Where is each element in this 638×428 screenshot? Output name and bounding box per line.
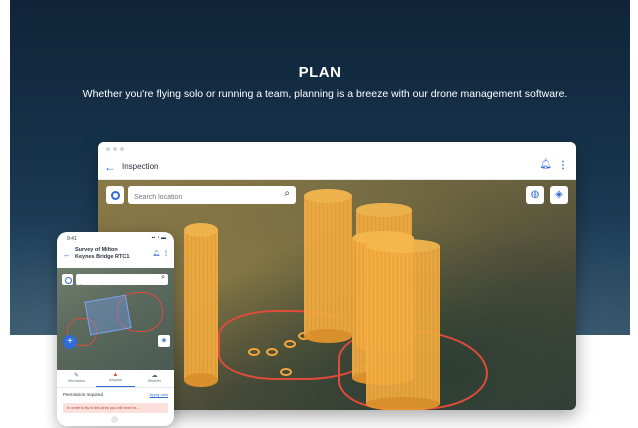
- permission-row: Permission required Apply now: [63, 392, 168, 400]
- tab-label: Airspace: [108, 378, 123, 382]
- waypoint-marker: [284, 340, 296, 348]
- tab-label: Weather: [147, 379, 162, 383]
- back-arrow-icon[interactable]: ←: [63, 250, 71, 259]
- home-indicator[interactable]: [111, 416, 118, 423]
- globe-icon: ◍: [530, 189, 540, 200]
- locate-icon: [110, 190, 120, 200]
- section-subtitle: Whether you're flying solo or running a …: [82, 88, 568, 100]
- app-bar: ← Inspection 🔔︎ ⋮: [98, 156, 576, 180]
- mobile-tabs: ✎ Information ▲ Airspace ☁ Weather: [57, 370, 174, 388]
- weather-icon: ☁: [151, 373, 158, 379]
- waypoint-marker: [280, 368, 292, 376]
- add-button[interactable]: +: [63, 335, 77, 349]
- search-input[interactable]: [76, 280, 156, 291]
- window-maximize-dot[interactable]: [120, 147, 124, 151]
- layers-button[interactable]: ◈: [550, 186, 568, 204]
- waypoint-marker: [248, 348, 260, 356]
- search-icon[interactable]: ⌕: [284, 188, 290, 199]
- mobile-map-view[interactable]: ⌕ + ◈: [57, 268, 174, 370]
- permission-alert: In order to fly in this area you will ne…: [63, 403, 168, 413]
- more-options-icon[interactable]: ⋮: [163, 250, 169, 257]
- tab-information[interactable]: ✎ Information: [57, 370, 96, 387]
- notification-bell-icon[interactable]: 🔔︎: [539, 159, 552, 170]
- notification-bell-icon[interactable]: 🔔︎: [152, 250, 160, 257]
- survey-area-polygon[interactable]: [84, 294, 132, 336]
- flight-volume-column[interactable]: [366, 239, 440, 410]
- flight-volume-column[interactable]: [304, 189, 352, 343]
- locate-icon[interactable]: [62, 274, 73, 285]
- window-minimize-dot[interactable]: [113, 147, 117, 151]
- permission-label: Permission required: [63, 392, 104, 397]
- page-title: Inspection: [122, 162, 159, 171]
- section-title: PLAN: [298, 64, 342, 81]
- search-icon[interactable]: ⌕: [161, 274, 165, 282]
- apply-now-link[interactable]: Apply now: [150, 392, 168, 397]
- mobile-location-search[interactable]: ⌕: [76, 274, 168, 291]
- mobile-app-screen: 9:41 ▪▪ ◔ ▬ ← Survey of Milton Keynes Br…: [57, 232, 174, 426]
- layers-icon: ◈: [555, 189, 563, 200]
- more-options-icon[interactable]: ⋮: [558, 160, 568, 171]
- waypoint-marker: [266, 348, 278, 356]
- status-bar: 9:41 ▪▪ ◔ ▬: [57, 232, 174, 244]
- status-time: 9:41: [67, 236, 77, 242]
- mobile-header: ← Survey of Milton Keynes Bridge RTC1 🔔︎…: [57, 244, 174, 268]
- tab-label: Information: [67, 379, 86, 383]
- window-close-dot[interactable]: [106, 147, 110, 151]
- back-arrow-icon[interactable]: ←: [104, 160, 116, 174]
- location-search[interactable]: ⌕: [128, 186, 296, 207]
- tab-airspace[interactable]: ▲ Airspace: [96, 370, 135, 387]
- signal-battery-icon: ▪▪ ◔ ▬: [151, 235, 166, 241]
- layers-icon[interactable]: ◈: [158, 335, 170, 347]
- search-input[interactable]: [128, 188, 268, 207]
- globe-button[interactable]: ◍: [526, 186, 544, 204]
- mission-title: Survey of Milton Keynes Bridge RTC1: [75, 247, 130, 260]
- tab-weather[interactable]: ☁ Weather: [135, 370, 174, 387]
- pencil-icon: ✎: [73, 373, 80, 379]
- window-titlebar: [98, 142, 576, 156]
- flight-volume-column[interactable]: [184, 223, 218, 387]
- locate-button[interactable]: [106, 186, 124, 204]
